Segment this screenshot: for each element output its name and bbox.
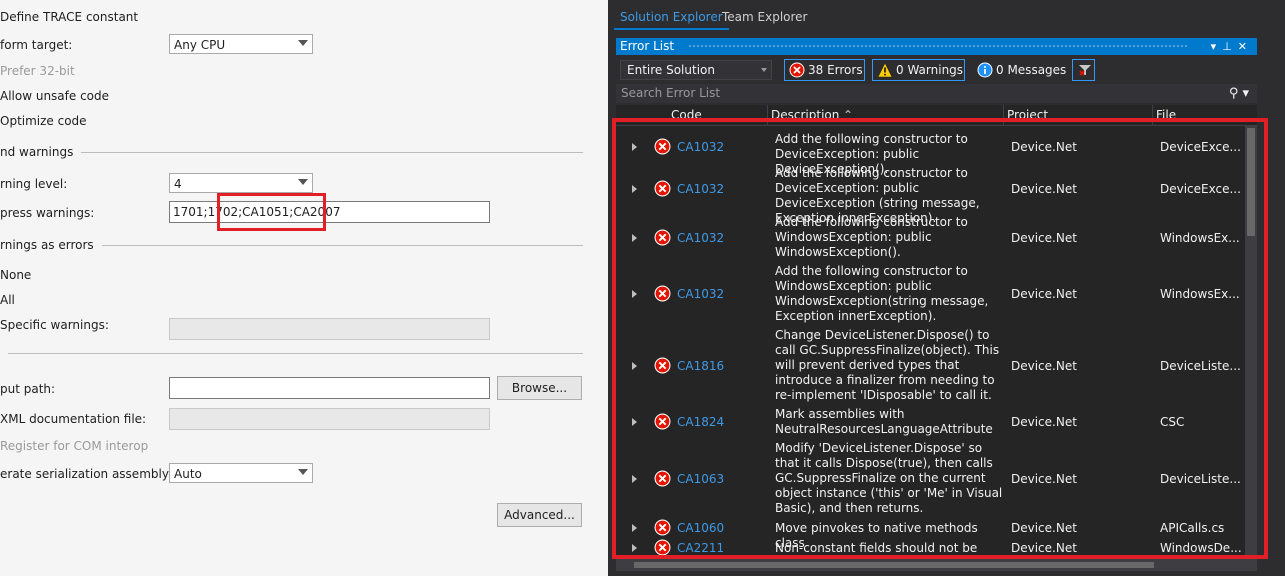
allow-unsafe-checkbox[interactable]: Allow unsafe code: [0, 89, 109, 103]
platform-target-select[interactable]: Any CPU: [169, 34, 313, 54]
error-list-title: Error List: [620, 39, 675, 53]
search-placeholder: Search Error List: [621, 86, 721, 100]
filter-icon: [1079, 65, 1091, 76]
window-controls[interactable]: ▾⊥✕: [1211, 38, 1253, 55]
highlight-callout: [217, 193, 326, 231]
serialization-label: erate serialization assembly:: [0, 467, 173, 481]
treat-specific-radio[interactable]: Specific warnings:: [0, 318, 109, 332]
horizontal-scrollbar[interactable]: [616, 559, 1257, 571]
treat-none-radio[interactable]: None: [0, 268, 31, 282]
errors-count-label: 38 Errors: [808, 63, 863, 77]
output-path-label: put path:: [0, 382, 56, 396]
messages-filter-button[interactable]: 0 Messages: [972, 59, 1067, 81]
error-icon: [789, 62, 805, 78]
chevron-down-icon: [298, 469, 308, 475]
output-path-input[interactable]: [169, 377, 490, 399]
messages-count-label: 0 Messages: [996, 63, 1067, 77]
search-error-list-input[interactable]: Search Error List ⚲ ▾: [616, 84, 1257, 103]
xml-documentation-input[interactable]: [169, 408, 490, 430]
section-title: nd warnings: [0, 145, 82, 159]
tab-team-explorer[interactable]: Team Explorer: [716, 6, 814, 28]
error-list-toolbar: Entire Solution 38 Errors 0 Warnings 0 M…: [616, 57, 1257, 83]
build-intellisense-filter-button[interactable]: [1072, 59, 1095, 81]
highlight-callout: [612, 118, 1268, 559]
close-icon[interactable]: ✕: [1238, 40, 1253, 53]
section-title: rnings as errors: [0, 238, 102, 252]
xml-documentation-checkbox[interactable]: XML documentation file:: [0, 412, 146, 426]
browse-button[interactable]: Browse...: [497, 376, 582, 400]
window-menu-icon[interactable]: ▾: [1211, 40, 1223, 53]
register-com-checkbox[interactable]: Register for COM interop: [0, 439, 148, 453]
warning-level-value: 4: [174, 177, 182, 191]
scrollbar-thumb[interactable]: [634, 562, 1154, 568]
scope-select[interactable]: Entire Solution: [620, 60, 772, 80]
platform-target-label: form target:: [0, 38, 73, 52]
info-icon: [977, 62, 993, 78]
scope-value: Entire Solution: [627, 63, 715, 77]
chevron-down-icon: [298, 179, 308, 185]
optimize-code-checkbox[interactable]: Optimize code: [0, 114, 87, 128]
search-icon[interactable]: ⚲ ▾: [1229, 84, 1249, 103]
warnings-filter-button[interactable]: 0 Warnings: [872, 59, 965, 81]
suppress-warnings-label: press warnings:: [0, 206, 95, 220]
treat-warnings-section: rnings as errors: [0, 238, 583, 252]
grip-pattern: [688, 44, 1187, 49]
pin-icon[interactable]: ⊥: [1222, 40, 1238, 53]
errors-warnings-section: nd warnings: [0, 145, 583, 159]
chevron-down-icon: [298, 40, 308, 46]
prefer-32bit-checkbox[interactable]: Prefer 32-bit: [0, 64, 75, 78]
section-divider: [8, 353, 583, 354]
tab-solution-explorer[interactable]: Solution Explorer: [614, 6, 729, 30]
chevron-down-icon: [761, 68, 767, 72]
serialization-value: Auto: [174, 467, 202, 481]
output-section: [0, 346, 583, 360]
error-list-titlebar[interactable]: Error List ▾⊥✕: [616, 38, 1257, 55]
warning-icon: [877, 62, 893, 78]
platform-target-value: Any CPU: [174, 38, 226, 52]
advanced-button[interactable]: Advanced...: [497, 503, 582, 527]
warning-level-select[interactable]: 4: [169, 173, 313, 193]
treat-all-radio[interactable]: All: [0, 293, 15, 307]
define-trace-checkbox[interactable]: Define TRACE constant: [0, 10, 138, 24]
warnings-count-label: 0 Warnings: [896, 63, 964, 77]
section-divider: [0, 152, 583, 153]
serialization-select[interactable]: Auto: [169, 463, 313, 483]
errors-filter-button[interactable]: 38 Errors: [784, 59, 865, 81]
warning-level-label: rning level:: [0, 177, 68, 191]
build-properties-panel: Define TRACE constant form target: Any C…: [0, 0, 608, 576]
specific-warnings-input[interactable]: [169, 318, 490, 340]
